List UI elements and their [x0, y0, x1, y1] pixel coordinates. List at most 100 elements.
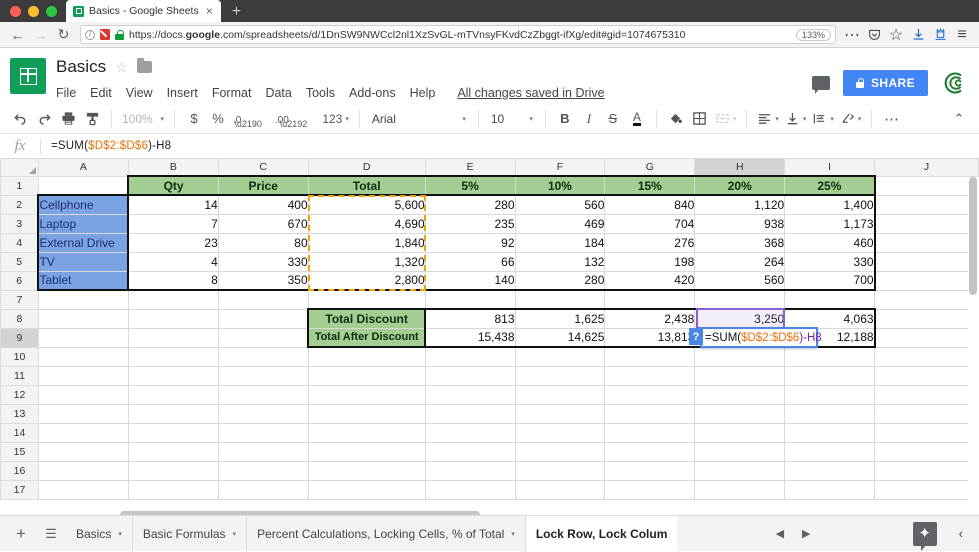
cell-f10[interactable]: [515, 347, 605, 366]
cell-e4[interactable]: 92: [425, 233, 515, 252]
text-rotation-icon[interactable]: ▾: [837, 107, 865, 131]
undo-icon[interactable]: [8, 107, 32, 131]
row-header-16[interactable]: 16: [1, 461, 39, 480]
cell-d8[interactable]: Total Discount: [308, 309, 425, 328]
cell-c14[interactable]: [218, 423, 308, 442]
cell-i5[interactable]: 330: [785, 252, 875, 271]
cell-f1[interactable]: 10%: [515, 176, 605, 195]
column-header-a[interactable]: A: [38, 159, 128, 176]
more-toolbar-button[interactable]: ⋯: [879, 107, 903, 131]
cell-f2[interactable]: 560: [515, 195, 605, 214]
cell-f12[interactable]: [515, 385, 605, 404]
cell-b14[interactable]: [128, 423, 218, 442]
cell-c2[interactable]: 400: [218, 195, 308, 214]
cell-h17[interactable]: [695, 480, 785, 499]
cell-h7[interactable]: [695, 290, 785, 309]
cell-a2[interactable]: Cellphone: [38, 195, 128, 214]
cell-c9[interactable]: [218, 328, 308, 347]
cell-a6[interactable]: Tablet: [38, 271, 128, 290]
cell-e13[interactable]: [425, 404, 515, 423]
collapse-toolbar-icon[interactable]: ⌃: [947, 107, 971, 131]
cell-e9[interactable]: 15,438: [425, 328, 515, 347]
cell-c3[interactable]: 670: [218, 214, 308, 233]
row-header-3[interactable]: 3: [1, 214, 39, 233]
column-header-e[interactable]: E: [425, 159, 515, 176]
cell-h16[interactable]: [695, 461, 785, 480]
cell-h3[interactable]: 938: [695, 214, 785, 233]
cell-j3[interactable]: [875, 214, 979, 233]
cell-d7[interactable]: [308, 290, 425, 309]
column-header-d[interactable]: D: [308, 159, 425, 176]
currency-format-button[interactable]: $: [182, 107, 206, 131]
cell-b2[interactable]: 14: [128, 195, 218, 214]
all-sheets-button[interactable]: ☰: [36, 517, 66, 551]
cell-j1[interactable]: [875, 176, 979, 195]
cell-h1[interactable]: 20%: [695, 176, 785, 195]
horizontal-align-icon[interactable]: ▾: [754, 107, 782, 131]
cell-c11[interactable]: [218, 366, 308, 385]
cell-b16[interactable]: [128, 461, 218, 480]
cell-f4[interactable]: 184: [515, 233, 605, 252]
cell-c17[interactable]: [218, 480, 308, 499]
tracking-protection-icon[interactable]: [100, 29, 110, 40]
cell-c10[interactable]: [218, 347, 308, 366]
menu-format[interactable]: Format: [212, 86, 252, 100]
cell-i7[interactable]: [785, 290, 875, 309]
cell-i12[interactable]: [785, 385, 875, 404]
cell-f15[interactable]: [515, 442, 605, 461]
cell-f13[interactable]: [515, 404, 605, 423]
cell-c16[interactable]: [218, 461, 308, 480]
cell-b1[interactable]: Qty: [128, 176, 218, 195]
cell-e17[interactable]: [425, 480, 515, 499]
cell-e8[interactable]: 813: [425, 309, 515, 328]
bookmark-star-icon[interactable]: ☆: [885, 25, 907, 45]
cell-i1[interactable]: 25%: [785, 176, 875, 195]
formula-help-badge[interactable]: ?: [689, 328, 703, 345]
avatar[interactable]: [941, 70, 967, 96]
sheet-tab-basic-formulas[interactable]: Basic Formulas ▾: [133, 516, 247, 552]
cell-b10[interactable]: [128, 347, 218, 366]
cell-g13[interactable]: [605, 404, 695, 423]
page-info-icon[interactable]: i: [85, 30, 95, 40]
add-sheet-button[interactable]: +: [6, 517, 36, 551]
cell-d14[interactable]: [308, 423, 425, 442]
increase-decimal-button[interactable]: .00\u2192: [272, 107, 319, 131]
cell-j10[interactable]: [875, 347, 979, 366]
cell-h13[interactable]: [695, 404, 785, 423]
menu-edit[interactable]: Edit: [90, 86, 112, 100]
cell-g17[interactable]: [605, 480, 695, 499]
vertical-scrollbar-thumb[interactable]: [969, 177, 977, 295]
italic-button[interactable]: I: [577, 107, 601, 131]
cell-d17[interactable]: [308, 480, 425, 499]
cell-j14[interactable]: [875, 423, 979, 442]
cell-a9[interactable]: [38, 328, 128, 347]
row-header-12[interactable]: 12: [1, 385, 39, 404]
cell-f5[interactable]: 132: [515, 252, 605, 271]
cell-d4[interactable]: 1,840: [308, 233, 425, 252]
decrease-decimal-button[interactable]: .0\u2190: [230, 107, 272, 131]
percent-format-button[interactable]: %: [206, 107, 230, 131]
cell-i17[interactable]: [785, 480, 875, 499]
cell-e5[interactable]: 66: [425, 252, 515, 271]
cell-d15[interactable]: [308, 442, 425, 461]
menu-file[interactable]: File: [56, 86, 76, 100]
row-header-7[interactable]: 7: [1, 290, 39, 309]
cell-d9[interactable]: Total After Discount: [308, 328, 425, 347]
cell-c8[interactable]: [218, 309, 308, 328]
cell-j5[interactable]: [875, 252, 979, 271]
menu-insert[interactable]: Insert: [167, 86, 198, 100]
sheet-tab-lock-row-lock-column[interactable]: Lock Row, Lock Colum: [526, 516, 678, 552]
cell-j4[interactable]: [875, 233, 979, 252]
formula-input[interactable]: =SUM($D$2:$D$6)-H8: [41, 140, 171, 152]
move-to-folder-icon[interactable]: [137, 61, 152, 73]
browser-tab[interactable]: Basics - Google Sheets ×: [66, 0, 221, 22]
url-bar[interactable]: i https://docs.google.com/spreadsheets/d…: [80, 25, 836, 44]
cell-b17[interactable]: [128, 480, 218, 499]
sheet-tab-percent-calculations[interactable]: Percent Calculations, Locking Cells, % o…: [247, 516, 526, 552]
font-selector[interactable]: Arial▾: [367, 108, 471, 130]
previous-sheet-icon[interactable]: ◀: [776, 527, 784, 540]
cell-i13[interactable]: [785, 404, 875, 423]
cell-j15[interactable]: [875, 442, 979, 461]
cell-a4[interactable]: External Drive: [38, 233, 128, 252]
cell-d6[interactable]: 2,800: [308, 271, 425, 290]
